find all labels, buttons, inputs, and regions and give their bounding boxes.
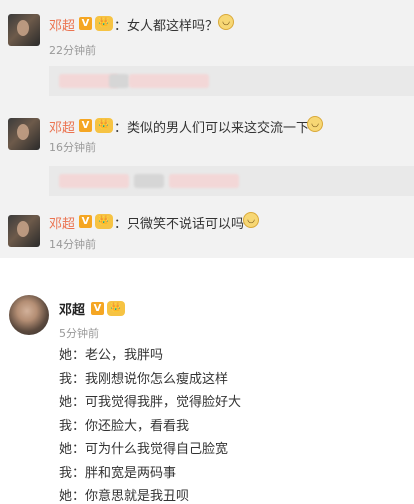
verified-badge-icon: V	[79, 215, 92, 228]
comments-section: 邓超 V 👑 ：女人都这样吗？ ◡ 22分钟前 邓超 V 👑 ：类似的男人们可以…	[0, 0, 414, 258]
post-line: 我：胖和宽是两码事	[59, 466, 177, 481]
post-line: 我：你还脸大，看看我	[59, 419, 190, 434]
post-line: 我：我刚想说你怎么瘦成这样	[59, 372, 229, 387]
avatar[interactable]	[8, 215, 40, 247]
membership-crown-icon: 👑	[95, 118, 113, 133]
comment-time: 14分钟前	[49, 238, 96, 251]
post-line: 她：你意思就是我丑呗	[59, 489, 190, 504]
post-time: 5分钟前	[59, 327, 99, 340]
post-author[interactable]: 邓超	[59, 299, 85, 318]
post-card: 邓超 V 👑 5分钟前 她：老公，我胖吗 我：我刚想说你怎么瘦成这样 她：可我觉…	[0, 278, 414, 504]
comment-author[interactable]: 邓超	[49, 117, 75, 136]
membership-crown-icon: 👑	[95, 214, 113, 229]
avatar[interactable]	[8, 118, 40, 150]
smile-emoji-icon: ◡	[243, 212, 259, 228]
avatar[interactable]	[9, 295, 49, 335]
comment-text: ：只微笑不说话可以吗	[114, 217, 245, 232]
verified-badge-icon: V	[91, 302, 104, 315]
comment-author[interactable]: 邓超	[49, 15, 75, 34]
post-line: 她：可我觉得我胖，觉得脸好大	[59, 395, 242, 410]
smile-emoji-icon: ◡	[307, 116, 323, 132]
membership-crown-icon: 👑	[95, 16, 113, 31]
reply-preview-blurred[interactable]	[49, 66, 414, 96]
comment-time: 16分钟前	[49, 141, 96, 154]
membership-crown-icon: 👑	[107, 301, 125, 316]
reply-preview-blurred[interactable]	[49, 166, 414, 196]
post-line: 她：可为什么我觉得自己脸宽	[59, 442, 229, 457]
comment-text: ：女人都这样吗？	[114, 19, 219, 34]
smile-emoji-icon: ◡	[218, 14, 234, 30]
comment-author[interactable]: 邓超	[49, 213, 75, 232]
post-line: 她：老公，我胖吗	[59, 348, 164, 363]
comment-text: ：类似的男人们可以来这交流一下	[114, 121, 310, 136]
avatar[interactable]	[8, 14, 40, 46]
verified-badge-icon: V	[79, 119, 92, 132]
verified-badge-icon: V	[79, 17, 92, 30]
comment-time: 22分钟前	[49, 44, 96, 57]
